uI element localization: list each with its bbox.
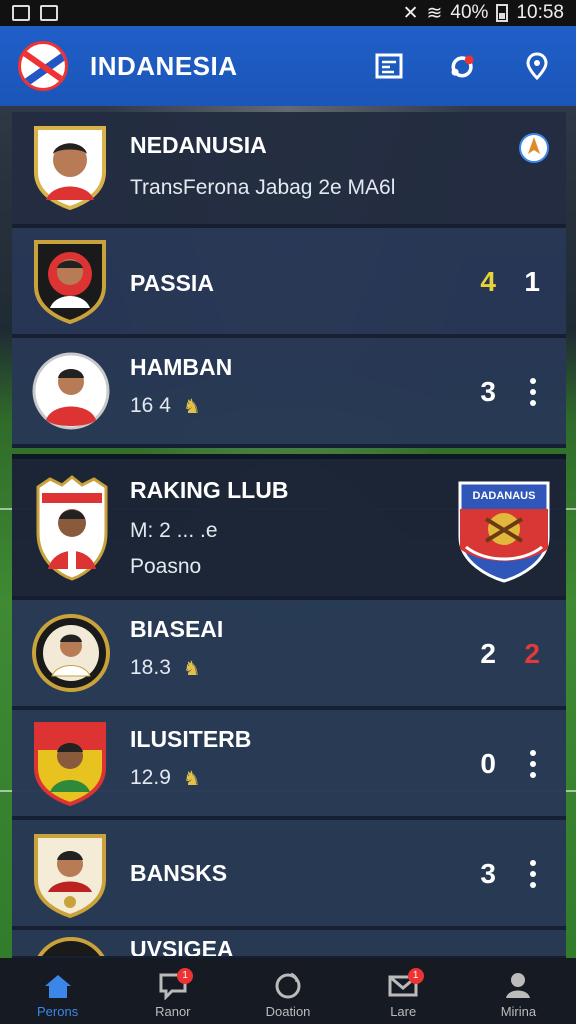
more-options-icon[interactable] [530,378,536,406]
player-stat: 16 4 [130,394,171,418]
featured-list-item[interactable]: RAKING LLUB M: 2 ... .e Poasno DADANAUS [12,454,566,600]
nav-label: Ranor [155,1004,191,1019]
notification-badge: 1 [407,968,424,984]
battery-percent: 40% [450,2,489,23]
club-crest [32,614,110,692]
score-away: 1 [524,266,540,297]
page-title: INDANESIA [90,50,238,81]
list-item[interactable]: ILUSITERB 12.9 ♞ 0 [12,710,566,820]
bottom-navigation: Perons 1 Ranor Doation 1 Lare Mirina [0,958,576,1024]
home-icon [44,975,71,998]
nav-label: Lare [390,1004,417,1019]
wifi-icon: ≋ [426,2,443,24]
score: 3 [480,858,496,889]
player-crest [34,126,106,210]
ball-icon [275,972,301,999]
score: 0 [480,748,496,779]
player-stat: 18.3 [130,656,171,680]
app-logo [18,41,68,91]
award-icon: ♞ [182,658,201,680]
location-icon[interactable] [522,51,552,81]
team-name: HAMBAN [130,354,233,380]
club-crest [37,937,105,956]
compass-icon[interactable] [518,132,550,164]
match-info: M: 2 ... .e [130,519,218,542]
team-subtitle: TransFerona Jabag 2e MA6l [130,176,396,199]
player-stat: 12.9 [130,766,171,790]
nav-label: Doation [265,1004,311,1019]
club-crest [34,722,106,806]
player-avatar [32,352,110,430]
list-item[interactable]: PASSIA 4 1 [12,228,566,338]
app-header: INDANESIA [0,26,576,106]
team-name: UVSIGEA [130,936,234,960]
club-crest [34,834,106,918]
ranking-list: NEDANUSIA TransFerona Jabag 2e MA6l PASS… [12,112,566,960]
award-icon: ♞ [182,768,201,790]
team-name: BIASEAI [130,616,224,642]
gallery-notification-icon [12,5,30,21]
list-item[interactable]: NEDANUSIA TransFerona Jabag 2e MA6l [12,112,566,228]
nav-lare[interactable]: 1 Lare [346,958,461,1024]
more-options-icon[interactable] [530,860,536,888]
team-name: RAKING LLUB [130,477,289,503]
nav-label: Mirina [500,1004,537,1019]
mute-icon: ✕ [402,2,419,24]
score-home: 2 [480,638,496,669]
opponent-crest: DADANAUS [458,481,550,583]
list-item[interactable]: BIASEAI 18.3 ♞ 2 2 [12,600,566,710]
list-item[interactable]: UVSIGEA [12,930,566,960]
more-options-icon[interactable] [530,750,536,778]
match-venue: Poasno [130,555,202,578]
award-icon: ♞ [182,396,201,418]
image-notification-icon [40,5,58,21]
score-away: 2 [524,638,540,669]
nav-doation[interactable]: Doation [230,958,345,1024]
nav-mirina[interactable]: Mirina [461,958,576,1024]
person-icon [506,973,531,998]
club-crest [36,475,108,581]
share-icon[interactable] [448,51,478,81]
status-bar: ✕ ≋ 40% 10:58 [0,0,576,26]
scoreboard-icon[interactable] [374,51,404,81]
notification-badge: 1 [177,968,194,984]
list-item[interactable]: BANSKS 3 [12,820,566,930]
club-crest [34,240,106,324]
team-name: PASSIA [130,270,214,296]
nav-perons[interactable]: Perons [0,958,115,1024]
nav-label: Perons [37,1004,79,1019]
team-name: NEDANUSIA [130,132,267,158]
score-home: 4 [480,266,496,297]
battery-icon [496,4,509,22]
score: 3 [480,376,496,407]
opponent-crest-text: DADANAUS [473,490,536,502]
nav-ranor[interactable]: 1 Ranor [115,958,230,1024]
list-item[interactable]: HAMBAN 16 4 ♞ 3 [12,338,566,448]
team-name: BANSKS [130,860,228,886]
team-name: ILUSITERB [130,726,252,752]
clock: 10:58 [516,2,564,23]
